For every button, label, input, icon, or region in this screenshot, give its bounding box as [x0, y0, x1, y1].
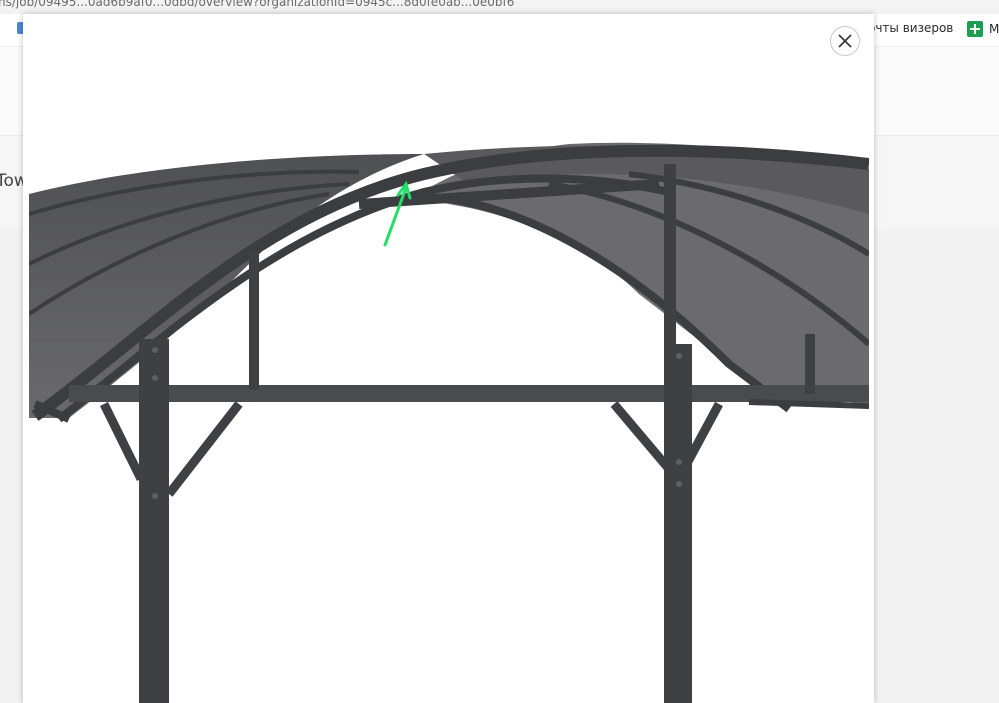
close-button[interactable] — [830, 26, 860, 56]
image-viewer-modal — [23, 14, 874, 703]
google-sheets-icon — [967, 21, 983, 37]
gazebo-image — [29, 142, 869, 703]
bookmark-label: очты визеров — [868, 21, 954, 35]
bookmark-item-viewers[interactable]: очты визеров — [868, 21, 953, 35]
close-icon — [838, 34, 852, 48]
browser-address-strip: ns/job/09495...0ad6b9af0...0dbd/overview… — [0, 0, 999, 15]
url-text[interactable]: ns/job/09495...0ad6b9af0...0dbd/overview… — [0, 0, 514, 9]
bookmark-label: M — [989, 22, 999, 36]
bookmark-item-sheets[interactable]: M — [967, 21, 999, 37]
